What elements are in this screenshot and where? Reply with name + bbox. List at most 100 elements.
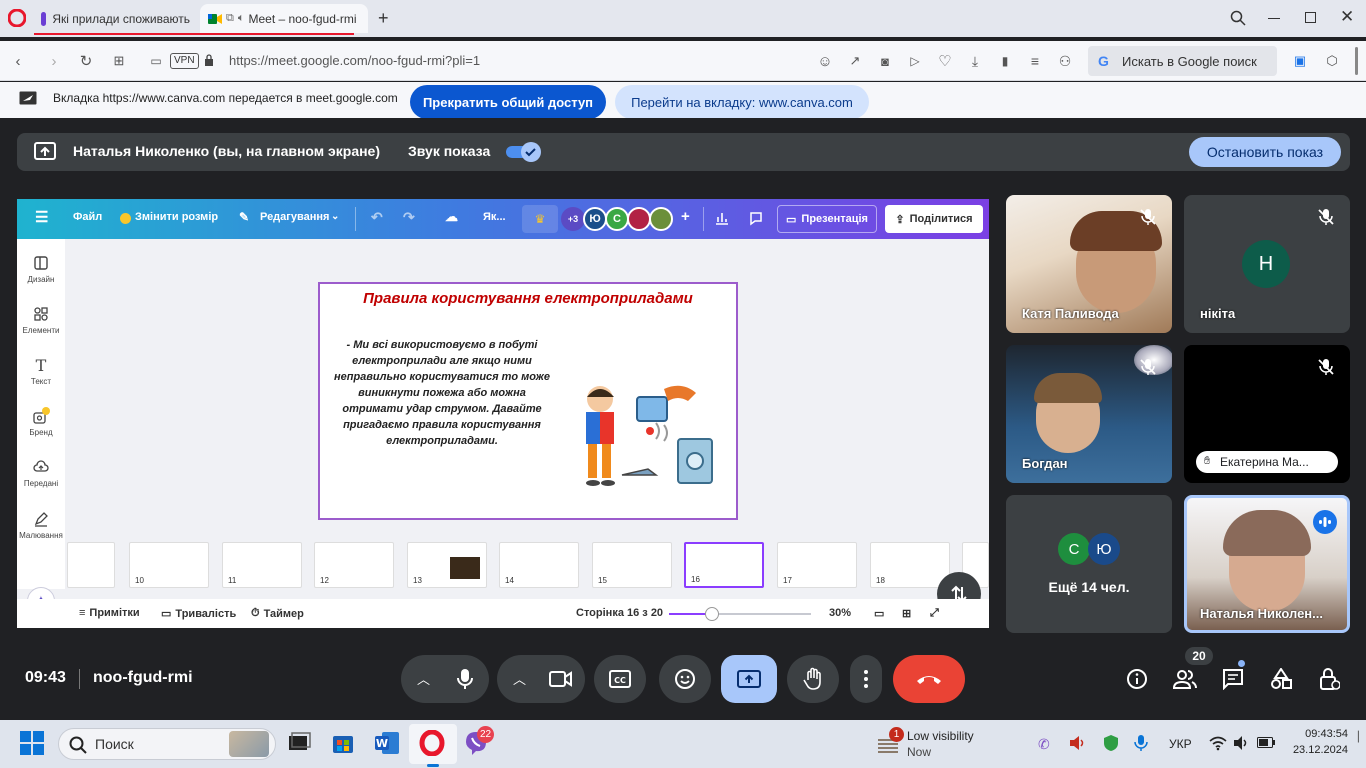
close-window-button[interactable]: ✕	[1340, 7, 1354, 27]
participant-tile-nikita[interactable]: Н нікіта	[1184, 195, 1350, 333]
extensions-icon[interactable]: ⬡	[1322, 51, 1342, 71]
google-search-field[interactable]: G Искать в Google поиск	[1088, 46, 1277, 76]
url-field[interactable]: https://meet.google.com/noo-fgud-rmi?pli…	[229, 53, 480, 68]
chat-button[interactable]	[1219, 665, 1247, 693]
raise-hand-button[interactable]	[787, 655, 839, 703]
clock-time[interactable]: 09:43:54	[1288, 728, 1348, 740]
sidebar-item-brand[interactable]: Бренд	[17, 406, 65, 437]
participant-tile-ekaterina[interactable]: ✋︎ Екатерина Ма...	[1184, 345, 1350, 483]
profile-icon[interactable]: ⚇	[1055, 51, 1075, 71]
thumbnail-partial[interactable]	[67, 542, 115, 588]
menu-editing[interactable]: Редагування	[260, 211, 329, 223]
zoom-slider[interactable]	[669, 607, 811, 621]
activities-button[interactable]	[1267, 665, 1295, 693]
thumbnail[interactable]: 10	[129, 542, 209, 588]
tab-appliances[interactable]: Які прилади споживають	[33, 4, 198, 33]
menu-file[interactable]: Файл	[73, 211, 102, 223]
menu-title-short[interactable]: Як...	[483, 211, 506, 223]
wifi-icon[interactable]	[1209, 735, 1227, 751]
meeting-info-button[interactable]	[1123, 665, 1151, 693]
tray-volume-red-icon[interactable]	[1068, 734, 1086, 752]
tray-mic-icon[interactable]	[1134, 734, 1148, 752]
sidebar-item-design[interactable]: Дизайн	[17, 253, 65, 284]
hamburger-icon[interactable]: ☰	[35, 208, 48, 226]
thumbnail[interactable]: 18	[870, 542, 950, 588]
back-icon[interactable]: ‹	[8, 51, 28, 71]
volume-icon[interactable]	[1233, 735, 1249, 751]
redo-icon[interactable]: ↷	[403, 209, 415, 226]
shared-canva-window[interactable]: ☰ Файл Змінити розмір ✎ Редагування ⌄ ↶ …	[17, 199, 989, 628]
add-collaborator-icon[interactable]: +	[681, 208, 690, 225]
mic-button[interactable]	[441, 655, 489, 703]
speed-dial-icon[interactable]: ⊞	[109, 51, 129, 71]
tray-viber-icon[interactable]: ✆	[1038, 736, 1050, 753]
opera-taskbar-icon[interactable]	[419, 730, 447, 758]
tab-search-icon[interactable]	[1230, 10, 1246, 26]
new-tab-button[interactable]: +	[378, 8, 389, 29]
store-icon[interactable]	[330, 730, 358, 758]
battery-saver-icon[interactable]: ▮	[995, 51, 1015, 71]
participant-tile-katya[interactable]: Катя Паливода	[1006, 195, 1172, 333]
lock-icon[interactable]	[204, 54, 214, 66]
chevron-down-icon[interactable]: ⌄	[331, 211, 339, 222]
maximize-button[interactable]	[1305, 12, 1316, 23]
sidebar-item-text[interactable]: T Текст	[17, 355, 65, 387]
undo-icon[interactable]: ↶	[371, 209, 383, 226]
heart-icon[interactable]: ♡	[935, 51, 955, 71]
menu-icon[interactable]: ≡	[1025, 51, 1045, 71]
zoom-slider-handle[interactable]	[704, 607, 719, 621]
participant-tile-self[interactable]: Наталья Николен...	[1184, 495, 1350, 633]
host-controls-button[interactable]	[1315, 665, 1343, 693]
cloud-saved-icon[interactable]: ☁	[445, 209, 458, 225]
slide-title[interactable]: Правила користування електроприладами	[320, 290, 736, 307]
word-icon[interactable]: W	[374, 730, 402, 758]
battery-icon[interactable]	[1257, 737, 1275, 748]
thumbnail[interactable]: 15	[592, 542, 672, 588]
menu-resize[interactable]: Змінити розмір	[135, 211, 218, 223]
people-button[interactable]	[1171, 665, 1199, 693]
snapshot-icon[interactable]: ◙	[875, 51, 895, 71]
notifications-icon[interactable]: ▏	[1358, 732, 1366, 743]
page-view-icon[interactable]: ▭	[874, 607, 884, 620]
tab-meet[interactable]: ⧉ 🔈︎ Meet – noo-fgud-rmi	[200, 4, 368, 33]
thumbnail[interactable]: 13	[407, 542, 487, 588]
sidebar-item-uploads[interactable]: Передані	[17, 457, 65, 488]
timer-button[interactable]: ⏱ Таймер	[251, 607, 304, 620]
thumbnail[interactable]: 11	[222, 542, 302, 588]
tray-security-icon[interactable]	[1102, 734, 1120, 752]
upgrade-crown-icon[interactable]: ♛	[522, 205, 558, 233]
forward-icon[interactable]: ›	[44, 51, 64, 71]
stop-presenting-button[interactable]: Остановить показ	[1189, 137, 1341, 167]
avatar-s[interactable]: С	[605, 207, 629, 231]
mic-options-chevron-icon[interactable]: ︿	[417, 669, 430, 688]
thumbnail[interactable]: 17	[777, 542, 857, 588]
download-icon[interactable]: ⤓	[965, 51, 985, 71]
reload-icon[interactable]: ↻	[76, 51, 96, 71]
weather-title[interactable]: Low visibility	[907, 729, 974, 743]
reactions-button[interactable]	[659, 655, 711, 703]
camera-icon[interactable]: ▭	[146, 51, 166, 71]
notes-button[interactable]: ≡ Примітки	[79, 607, 140, 619]
minimize-button[interactable]	[1268, 18, 1280, 19]
camera-button[interactable]	[537, 655, 585, 703]
avatar-photo-1[interactable]	[627, 207, 651, 231]
grid-view-icon[interactable]: ⊞	[902, 607, 911, 620]
fullscreen-icon[interactable]: ⤢	[930, 607, 939, 620]
slide-body-text[interactable]: - Ми всі використовуємо в побуті електро…	[332, 337, 552, 449]
current-slide[interactable]: Правила користування електроприладами - …	[318, 282, 738, 520]
camera-options-chevron-icon[interactable]: ︿	[513, 669, 526, 688]
avatar-photo-2[interactable]	[649, 207, 673, 231]
participant-tile-others[interactable]: С Ю Ещё 14 чел.	[1006, 495, 1172, 633]
sidebar-icon[interactable]: ▣	[1290, 51, 1310, 71]
task-view-icon[interactable]	[286, 730, 314, 758]
send-icon[interactable]: ▷	[905, 51, 925, 71]
present-now-button[interactable]	[721, 655, 777, 703]
go-to-tab-button[interactable]: Перейти на вкладку: www.canva.com	[615, 85, 869, 119]
comment-icon[interactable]	[748, 210, 764, 226]
stop-sharing-button[interactable]: Прекратить общий доступ	[410, 85, 606, 119]
zoom-value[interactable]: 30%	[829, 607, 851, 619]
share-icon[interactable]: ↗	[845, 51, 865, 71]
thumbnail-selected[interactable]: 16	[684, 542, 764, 588]
present-button[interactable]: ▭ Презентація	[777, 205, 877, 233]
meeting-code[interactable]: noo-fgud-rmi	[93, 669, 193, 687]
